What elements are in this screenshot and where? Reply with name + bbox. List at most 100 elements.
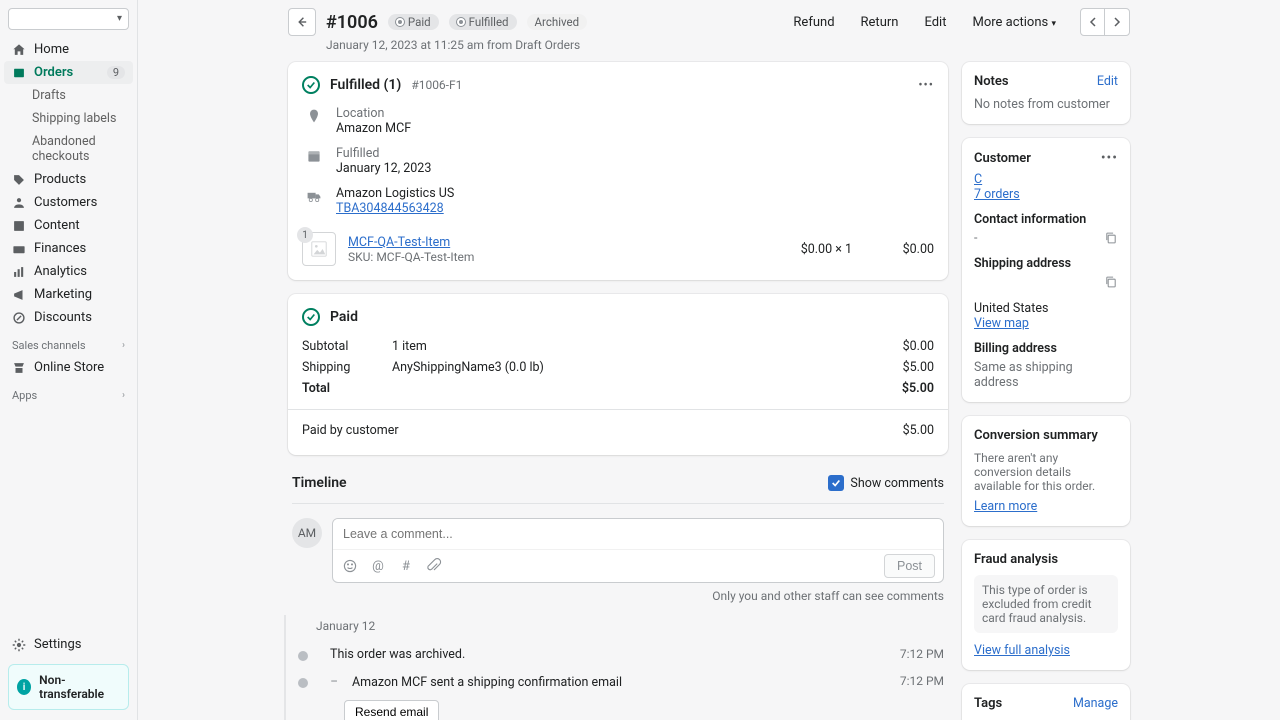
notes-card: NotesEdit No notes from customer — [962, 62, 1130, 124]
chevron-right-icon: › — [122, 340, 125, 351]
fulfilled-label: Fulfilled — [336, 146, 431, 161]
conversion-body: There aren't any conversion details avai… — [974, 451, 1118, 493]
nav-finances[interactable]: Finances — [4, 237, 133, 260]
fulfillment-menu-button[interactable]: ••• — [918, 78, 934, 93]
prev-order-button[interactable] — [1081, 9, 1105, 35]
attachment-icon[interactable] — [425, 557, 443, 575]
customer-name-link[interactable]: C — [974, 172, 982, 187]
content-icon — [12, 219, 26, 233]
timeline-title: Timeline — [292, 475, 347, 491]
nav-customers[interactable]: Customers — [4, 191, 133, 214]
apps-header[interactable]: Apps › — [4, 379, 133, 406]
timeline-event: −Amazon MCF sent a shipping confirmation… — [310, 668, 944, 696]
location-value: Amazon MCF — [336, 121, 411, 136]
contact-info: - — [974, 231, 1118, 246]
copy-icon[interactable] — [1104, 275, 1118, 289]
item-name-link[interactable]: MCF-QA-Test-Item — [348, 235, 450, 250]
nav-products[interactable]: Products — [4, 168, 133, 191]
check-circle-icon — [302, 76, 320, 94]
hashtag-icon[interactable]: # — [397, 557, 415, 575]
item-qty-badge: 1 — [297, 227, 313, 243]
next-order-button[interactable] — [1105, 9, 1129, 35]
post-button[interactable]: Post — [884, 554, 935, 578]
refund-button[interactable]: Refund — [785, 11, 842, 34]
tags-card: TagsManage — [962, 684, 1130, 720]
store-selector[interactable]: ▾ — [8, 8, 129, 30]
nav-content[interactable]: Content — [4, 214, 133, 237]
carrier-name: Amazon Logistics US — [336, 186, 454, 201]
nav-abandoned-checkouts[interactable]: Abandoned checkouts — [4, 130, 133, 168]
notes-edit-link[interactable]: Edit — [1097, 74, 1118, 89]
sales-channels-header[interactable]: Sales channels › — [4, 329, 133, 356]
customer-orders-link[interactable]: 7 orders — [974, 187, 1020, 202]
location-icon — [304, 106, 324, 136]
notes-empty: No notes from customer — [974, 97, 1118, 112]
timeline-date: January 12 — [310, 615, 944, 641]
fulfillment-card: Fulfilled (1) #1006-F1 ••• Location Amaz… — [288, 62, 948, 280]
archived-status-pill: Archived — [527, 14, 588, 30]
main-content: #1006 Paid Fulfilled Archived Refund Ret… — [138, 0, 1280, 720]
user-avatar: AM — [292, 518, 322, 548]
nav-analytics[interactable]: Analytics — [4, 260, 133, 283]
collapse-icon[interactable]: − — [330, 674, 344, 690]
conversion-learn-more-link[interactable]: Learn more — [974, 499, 1037, 514]
mention-icon[interactable]: @ — [369, 557, 387, 575]
more-actions-button[interactable]: More actions ▾ — [964, 11, 1064, 34]
nav-shipping-labels[interactable]: Shipping labels — [4, 107, 133, 130]
nav-settings[interactable]: Settings — [4, 631, 133, 658]
copy-icon[interactable] — [1104, 231, 1118, 245]
item-sku: SKU: MCF-QA-Test-Item — [348, 250, 770, 264]
resend-email-button[interactable]: Resend email — [344, 700, 439, 720]
paid-card: Paid Subtotal1 item$0.00 ShippingAnyShip… — [288, 294, 948, 455]
arrow-left-icon — [295, 15, 309, 29]
item-line-total: $0.00 — [864, 242, 934, 257]
nav-home-label: Home — [34, 42, 69, 57]
emoji-icon[interactable] — [341, 557, 359, 575]
discounts-icon — [12, 311, 26, 325]
fulfilled-date: January 12, 2023 — [336, 161, 431, 176]
nav-home[interactable]: Home — [4, 38, 133, 61]
products-icon — [12, 173, 26, 187]
timeline-staff-note: Only you and other staff can see comment… — [292, 583, 944, 615]
orders-count-badge: 9 — [107, 66, 125, 79]
chevron-down-icon: ▾ — [117, 13, 122, 24]
fulfilled-status-pill: Fulfilled — [449, 14, 517, 30]
edit-button[interactable]: Edit — [916, 11, 954, 34]
checkbox-checked-icon — [828, 475, 844, 491]
order-pager — [1080, 8, 1130, 36]
location-label: Location — [336, 106, 411, 121]
home-icon — [12, 43, 26, 57]
tags-manage-link[interactable]: Manage — [1073, 696, 1118, 711]
order-subline: January 12, 2023 at 11:25 am from Draft … — [288, 36, 1130, 62]
comment-input[interactable] — [333, 519, 943, 549]
paid-title: Paid — [330, 309, 358, 325]
fraud-card: Fraud analysis This type of order is exc… — [962, 540, 1130, 670]
chevron-down-icon: ▾ — [1051, 19, 1056, 29]
nav-drafts[interactable]: Drafts — [4, 84, 133, 107]
billing-same: Same as shipping address — [974, 360, 1118, 390]
nav-marketing[interactable]: Marketing — [4, 283, 133, 306]
customer-menu-button[interactable]: ••• — [1101, 150, 1118, 166]
nav-orders-label: Orders — [34, 65, 73, 80]
nav-online-store[interactable]: Online Store — [4, 356, 133, 379]
nav-discounts[interactable]: Discounts — [4, 306, 133, 329]
chevron-right-icon: › — [122, 390, 125, 401]
tracking-link[interactable]: TBA304844563428 — [336, 201, 444, 216]
customer-card: Customer••• C 7 orders Contact informati… — [962, 138, 1130, 402]
fraud-full-analysis-link[interactable]: View full analysis — [974, 643, 1070, 658]
show-comments-checkbox[interactable]: Show comments — [828, 475, 944, 491]
chevron-left-icon — [1088, 17, 1098, 27]
return-button[interactable]: Return — [853, 11, 907, 34]
nav-orders[interactable]: Orders 9 — [4, 61, 133, 84]
line-item: 1 MCF-QA-Test-Item SKU: MCF-QA-Test-Item… — [302, 226, 934, 266]
chevron-right-icon — [1112, 17, 1122, 27]
customers-icon — [12, 196, 26, 210]
marketing-icon — [12, 288, 26, 302]
timeline-event: This order was archived. 7:12 PM — [310, 641, 944, 668]
non-transferable-banner[interactable]: i Non-transferable — [8, 664, 129, 710]
primary-nav: Home Orders 9 Drafts Shipping labels Aba… — [4, 38, 133, 329]
back-button[interactable] — [288, 8, 316, 36]
order-header: #1006 Paid Fulfilled Archived Refund Ret… — [288, 4, 1130, 36]
view-map-link[interactable]: View map — [974, 316, 1029, 331]
calendar-icon — [304, 146, 324, 176]
